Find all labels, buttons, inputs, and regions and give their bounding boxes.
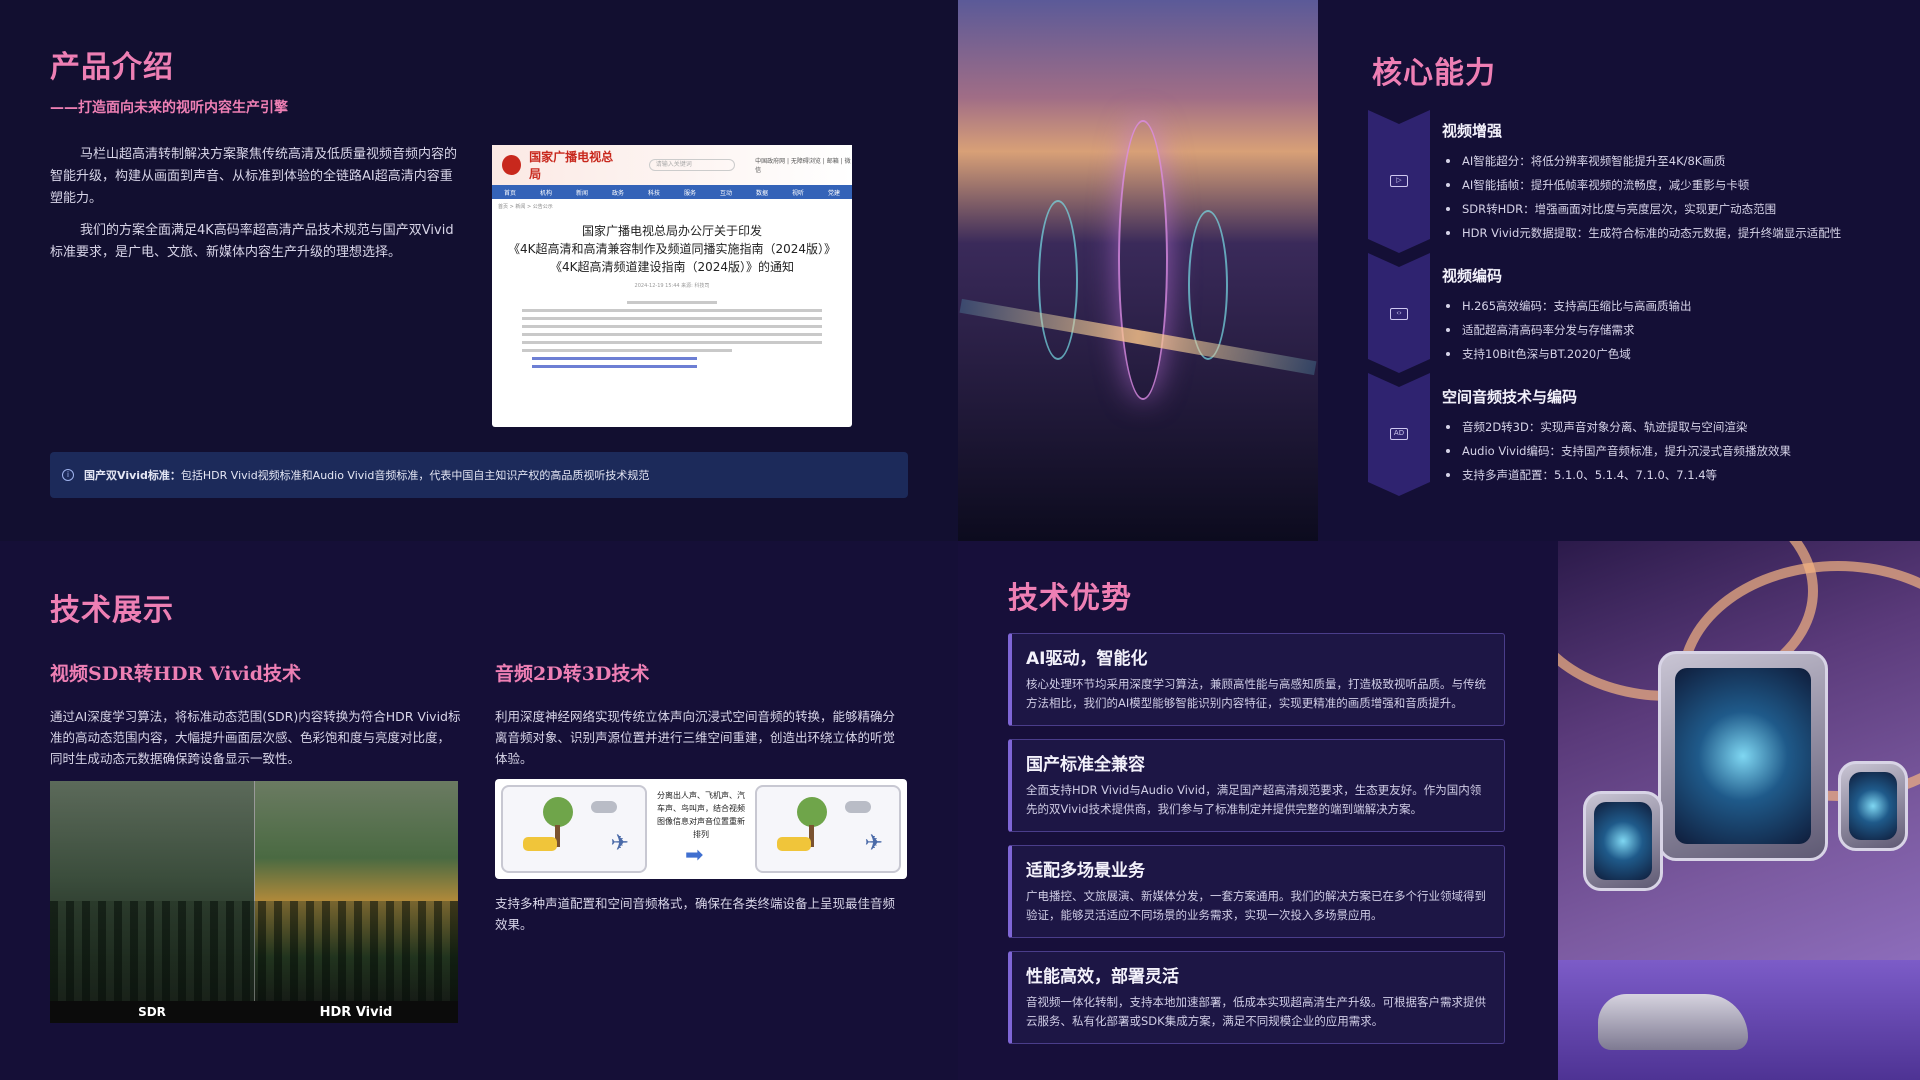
cloud-icon [845,801,871,813]
cloud-icon [591,801,617,813]
doc-breadcrumb: 首页 > 新闻 > 公告公示 [498,204,553,210]
advantage-title: AI驱动，智能化 [1026,649,1148,669]
core-title: 核心能力 [1372,56,1496,91]
code-screen-icon: ‹› [1390,308,1408,320]
advantage-card: AI驱动，智能化 核心处理环节均采用深度学习算法，兼顾高性能与高感知质量，打造极… [1008,633,1505,726]
airplane-icon: ✈ [610,831,629,856]
advantage-title: 国产标准全兼容 [1026,755,1145,775]
capability-item: 支持10Bit色深与BT.2020广色域 [1442,342,1692,366]
capability-ribbon: ‹› [1368,253,1430,373]
spatial-scene-panel: ✈ [755,785,901,873]
doc-meta: 2024-12-19 15:44 来源: 科技司 [634,283,710,289]
tech-advantages-panel: 技术优势 AI驱动，智能化 核心处理环节均采用深度学习算法，兼顾高性能与高感知质… [958,541,1558,1080]
advantage-card: 适配多场景业务 广电播控、文旅展演、新媒体分发，一套方案通用。我们的解决方案已在… [1008,845,1505,938]
tech-showcase-panel: 技术展示 视频SDR转HDR Vivid技术 通过AI深度学习算法，将标准动态范… [0,541,958,1080]
sound-wave-image [958,0,1318,541]
core-capabilities-panel: 核心能力 ▷ 视频增强 AI智能超分：将低分辨率视频智能提升至4K/8K画质 A… [1318,0,1920,541]
capability-item: HDR Vivid元数据提取：生成符合标准的动态元数据，提升终端显示适配性 [1442,221,1841,245]
sdr-hdr-comparison-image: SDR HDR Vivid [50,781,458,1023]
nrta-logo-icon [502,155,522,175]
advantage-text: 核心处理环节均采用深度学习算法，兼顾高性能与高感知质量，打造极致视听品质。与传统… [1026,677,1486,710]
car-icon [523,837,557,851]
tree-icon [543,797,573,827]
vivid-standard-notice: i 国产双Vivid标准：包括HDR Vivid视频标准和Audio Vivid… [50,452,908,498]
doc-header: 国家广播电视总局 请输入关键词 中国政府网 | 无障碍浏览 | 邮箱 | 微信 [492,145,852,185]
doc-nav-item: 互动 [719,189,732,197]
audio-3d-text: 利用深度神经网络实现传统立体声向沉浸式空间音频的转换，能够精确分离音频对象、识别… [495,709,896,766]
advantage-title: 适配多场景业务 [1026,861,1145,881]
capability-item: AI智能插帧：提升低帧率视频的流畅度，减少重影与卡顿 [1442,173,1841,197]
capability-title: 视频编码 [1442,267,1503,285]
notice-label: 国产双Vivid标准： [84,469,181,482]
doc-brand: 国家广播电视总局 [529,150,614,181]
audio-3d-note: 支持多种声道配置和空间音频格式，确保在各类终端设备上呈现最佳音频效果。 [495,896,896,932]
advantage-card: 国产标准全兼容 全面支持HDR Vivid与Audio Vivid，满足国产超高… [1008,739,1505,832]
capability-video-enhance: 视频增强 AI智能超分：将低分辨率视频智能提升至4K/8K画质 AI智能插帧：提… [1442,120,1841,245]
capability-item: 支持多声道配置：5.1.0、5.1.4、7.1.0、7.1.4等 [1442,463,1791,487]
product-intro-panel: 产品介绍 ——打造面向未来的视听内容生产引擎 马栏山超高清转制解决方案聚焦传统高… [0,0,958,541]
capability-ribbon: AD [1368,373,1430,496]
ai-devices-image [1558,541,1920,1080]
audio-description-icon: AD [1390,428,1408,440]
intro-title: 产品介绍 [50,50,174,85]
car-icon [777,837,811,851]
capability-spatial-audio: 空间音频技术与编码 音频2D转3D：实现声音对象分离、轨迹提取与空间渲染 Aud… [1442,386,1791,487]
capability-item: H.265高效编码：支持高压缩比与高画质输出 [1442,294,1692,318]
advantage-text: 广电播控、文旅展演、新媒体分发，一套方案通用。我们的解决方案已在多个行业领域得到… [1026,889,1486,922]
tree-icon [797,797,827,827]
doc-nav-item: 政务 [611,189,624,197]
doc-search-input: 请输入关键词 [648,159,736,171]
advantages-title: 技术优势 [1008,581,1132,616]
capability-video-encode: 视频编码 H.265高效编码：支持高压缩比与高画质输出 适配超高清高码率分发与存… [1442,265,1692,366]
audio-3d-section: 音频2D转3D技术 利用深度神经网络实现传统立体声向沉浸式空间音频的转换，能够精… [495,659,907,769]
airplane-icon: ✈ [864,831,883,856]
tech-title: 技术展示 [50,593,174,628]
intro-subtitle: ——打造面向未来的视听内容生产引擎 [50,100,288,116]
doc-nav-item: 新闻 [575,189,588,197]
doc-body-lines [522,301,822,368]
capability-title: 视频增强 [1442,122,1503,140]
intro-paragraph-1: 马栏山超高清转制解决方案聚焦传统高清及低质量视频音频内容的智能升级，构建从画面到… [50,147,458,206]
doc-nav-bar: 首页 机构 新闻 政务 科技 服务 互动 数据 视听 党建 [492,185,852,199]
capability-item: 音频2D转3D：实现声音对象分离、轨迹提取与空间渲染 [1442,415,1791,439]
audio-separation-diagram: ✈ 分离出人声、飞机声、汽车声、鸟叫声，结合视频图像信息对声音位置重新排列 ➡ … [495,779,907,879]
intro-paragraph-2: 我们的方案全面满足4K高码率超高清产品技术规范与国产双Vivid标准要求，是广电… [50,223,454,260]
video-camera-icon: ▷ [1390,175,1408,187]
advantage-card: 性能高效，部署灵活 音视频一体化转制，支持本地加速部署，低成本实现超高清生产升级… [1008,951,1505,1044]
separation-caption: 分离出人声、飞机声、汽车声、鸟叫声，结合视频图像信息对声音位置重新排列 [657,791,745,839]
doc-nav-item: 视听 [791,189,804,197]
car-image [1598,994,1748,1050]
notice-text: 包括HDR Vivid视频标准和Audio Vivid音频标准，代表中国自主知识… [180,469,650,482]
doc-nav-item: 数据 [755,189,768,197]
capability-item: Audio Vivid编码：支持国产音频标准，提升沉浸式音频播放效果 [1442,439,1791,463]
doc-title-line: 《4K超高清频道建设指南（2024版）》的通知 [549,260,795,274]
doc-title-line: 国家广播电视总局办公厅关于印发 [581,224,762,238]
doc-nav-item: 党建 [827,189,840,197]
sdr-label: SDR [138,1005,166,1019]
advantage-title: 性能高效，部署灵活 [1026,967,1179,987]
advantage-text: 音视频一体化转制，支持本地加速部署，低成本实现超高清生产升级。可根据客户需求提供… [1026,995,1486,1028]
capability-item: SDR转HDR：增强画面对比度与亮度层次，实现更广动态范围 [1442,197,1841,221]
capability-item: 适配超高清高码率分发与存储需求 [1442,318,1692,342]
sdr-hdr-title: 视频SDR转HDR Vivid技术 [50,663,301,685]
doc-nav-item: 机构 [539,189,552,197]
audio-3d-title: 音频2D转3D技术 [495,663,650,685]
policy-document-screenshot: 国家广播电视总局 请输入关键词 中国政府网 | 无障碍浏览 | 邮箱 | 微信 … [492,145,852,427]
advantage-text: 全面支持HDR Vivid与Audio Vivid，满足国产超高清规范要求，生态… [1026,783,1482,816]
doc-title: 国家广播电视总局办公厅关于印发 《4K超高清和高清兼容制作及频道同播实施指南（2… [492,222,852,276]
stereo-scene-panel: ✈ [501,785,647,873]
doc-top-links: 中国政府网 | 无障碍浏览 | 邮箱 | 微信 [755,158,851,174]
doc-nav-item: 科技 [647,189,660,197]
arrow-right-icon: ➡ [685,843,704,868]
capability-item: AI智能超分：将低分辨率视频智能提升至4K/8K画质 [1442,149,1841,173]
capability-ribbon: ▷ [1368,110,1430,253]
doc-nav-item: 首页 [503,189,516,197]
hdr-vivid-label: HDR Vivid [319,1005,393,1020]
sdr-hdr-text: 通过AI深度学习算法，将标准动态范围(SDR)内容转换为符合HDR Vivid标… [50,709,461,766]
sdr-hdr-section: 视频SDR转HDR Vivid技术 通过AI深度学习算法，将标准动态范围(SDR… [50,659,462,769]
doc-title-line: 《4K超高清和高清兼容制作及频道同播实施指南（2024版）》 [507,242,837,256]
doc-nav-item: 服务 [683,189,696,197]
info-icon: i [62,469,74,481]
capability-title: 空间音频技术与编码 [1442,388,1578,406]
